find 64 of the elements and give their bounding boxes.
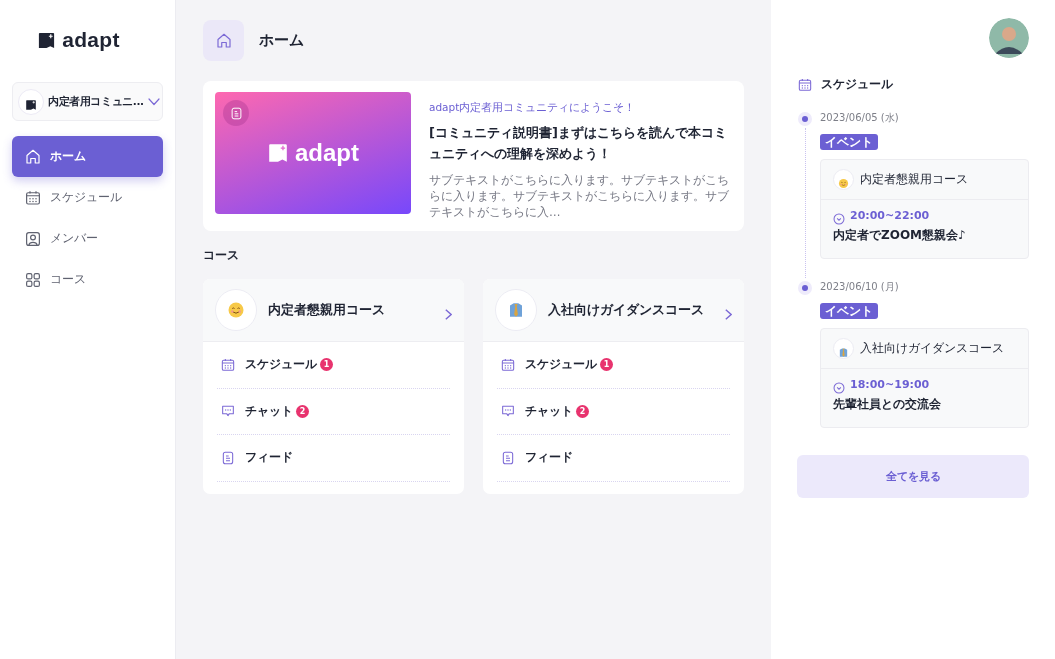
banner-logo-text: adapt xyxy=(295,139,359,167)
event-course: 内定者懇親用コース xyxy=(860,172,968,187)
course-link[interactable]: チャット 2 xyxy=(497,388,730,435)
user-avatar[interactable] xyxy=(989,18,1029,58)
see-all-button[interactable]: 全てを見る xyxy=(797,455,1029,498)
event-tag: イベント xyxy=(820,303,878,319)
logo-text: adapt xyxy=(62,28,120,52)
course-name: 内定者懇親用コース xyxy=(268,301,386,319)
nav-item[interactable]: メンバー xyxy=(12,218,163,259)
count-badge: 1 xyxy=(320,358,333,372)
link-label: チャット xyxy=(525,402,573,420)
event-time: 18:00~19:00 xyxy=(850,378,930,391)
document-icon xyxy=(223,100,249,126)
community-selector[interactable]: 内定者用コミュニ... xyxy=(12,82,163,121)
chevron-down-icon xyxy=(147,97,160,106)
event-tag: イベント xyxy=(820,134,878,150)
event-card[interactable]: 入社向けガイダンスコース 18:00~19:00 先輩社員との交流会 xyxy=(820,328,1029,428)
course-link[interactable]: チャット 2 xyxy=(217,388,450,435)
event-title: 先輩社員との交流会 xyxy=(833,396,942,413)
nav-item[interactable]: コース xyxy=(12,259,163,300)
event-course: 入社向けガイダンスコース xyxy=(860,341,1004,356)
post-title: [コミュニティ説明書]まずはこちらを読んで本コミュニティへの理解を深めよう！ xyxy=(429,124,728,163)
home-icon xyxy=(24,147,42,166)
link-label: フィード xyxy=(525,449,573,467)
timeline-dot xyxy=(798,281,812,295)
calendar-icon xyxy=(500,356,516,373)
post-kicker: adapt内定者用コミュニティにようこそ！ xyxy=(429,101,637,115)
home-icon xyxy=(203,20,244,61)
document-icon xyxy=(500,449,516,466)
timeline-dot xyxy=(798,112,812,126)
featured-post-card[interactable]: adapt adapt内定者用コミュニティにようこそ！ [コミュニティ説明書]まずはこちらを読んで本コミュニティへの理解を深めよう！ サブテキストがこちらに入ります。サブテキストがこちらに入ります。サブテキストがこちらに入ります。サブテキストがこちらに入… xyxy=(203,81,744,231)
course-link[interactable]: フィード xyxy=(217,435,450,482)
course-link[interactable]: スケジュール 1 xyxy=(497,342,730,389)
nav-item[interactable]: スケジュール xyxy=(12,177,163,218)
event-time: 20:00~22:00 xyxy=(850,209,930,222)
document-icon xyxy=(220,449,236,466)
link-label: フィード xyxy=(245,449,293,467)
event-title: 内定者でZOOM懇親会♪ xyxy=(833,227,967,244)
logo-icon xyxy=(37,30,57,50)
link-label: チャット xyxy=(245,402,293,420)
post-excerpt: サブテキストがこちらに入ります。サブテキストがこちらに入ります。サブテキストがこちらに入ります。サブテキストがこちらに入… xyxy=(429,172,730,220)
schedule-title: スケジュール xyxy=(821,76,893,93)
nav-item[interactable]: ホーム xyxy=(12,136,163,177)
smiling-face-icon xyxy=(227,301,245,319)
calendar-icon xyxy=(220,356,236,373)
shirt-and-tie-icon xyxy=(507,301,525,319)
count-badge: 2 xyxy=(296,404,309,418)
link-label: スケジュール xyxy=(525,356,597,374)
event-date: 2023/06/05 (水) xyxy=(820,111,900,125)
link-label: スケジュール xyxy=(245,356,317,374)
course-link[interactable]: フィード xyxy=(497,435,730,482)
count-badge: 2 xyxy=(576,404,589,418)
course-link[interactable]: スケジュール 1 xyxy=(217,342,450,389)
calendar-icon xyxy=(797,76,813,93)
section-title: コース xyxy=(203,247,240,264)
calendar-icon xyxy=(24,188,42,207)
person-icon xyxy=(24,229,42,248)
event-date: 2023/06/10 (月) xyxy=(820,280,900,294)
logo-icon xyxy=(267,142,289,164)
course-name: 入社向けガイダンスコース xyxy=(548,301,705,319)
count-badge: 1 xyxy=(600,358,613,372)
page-title: ホーム xyxy=(259,31,304,50)
grid-icon xyxy=(24,270,42,289)
event-card[interactable]: 内定者懇親用コース 20:00~22:00 内定者でZOOM懇親会♪ xyxy=(820,159,1029,259)
